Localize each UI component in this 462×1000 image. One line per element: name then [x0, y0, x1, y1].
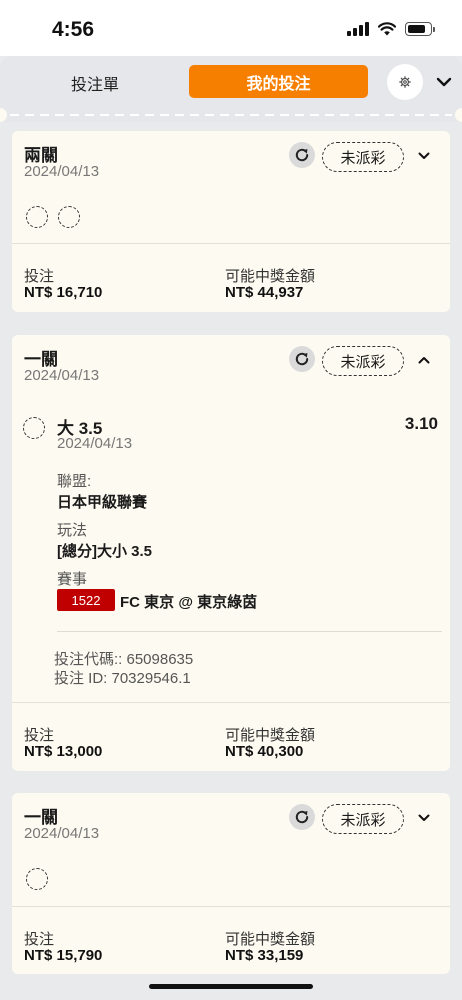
expand-button[interactable]: [414, 808, 434, 828]
pending-leg-icon: [26, 206, 48, 228]
payout-label: 可能中獎金額: [225, 931, 316, 948]
bet-id: 投注 ID: 70329546.1: [54, 670, 191, 687]
chevron-up-icon: [418, 357, 430, 364]
bet-card: 一關 2024/04/13 未派彩 大 3.5 3.10 2024/04/13 …: [12, 335, 450, 771]
refresh-button[interactable]: [289, 346, 315, 372]
payout-value: NT$ 33,159: [225, 947, 304, 964]
status-bar: 4:56: [0, 0, 462, 56]
status-badge: 未派彩: [322, 804, 404, 834]
payout-label: 可能中獎金額: [225, 727, 316, 744]
selection-date: 2024/04/13: [57, 435, 133, 452]
refresh-button[interactable]: [289, 142, 315, 168]
bet-card: 一關 2024/04/13 未派彩 投注 NT$ 15,790 可能中獎金額 N…: [12, 793, 450, 974]
divider: [12, 906, 450, 907]
pending-leg-icon: [23, 417, 45, 439]
refresh-icon: [295, 148, 309, 162]
chevron-down-icon: [418, 152, 430, 159]
refresh-button[interactable]: [289, 804, 315, 830]
refresh-icon: [295, 352, 309, 366]
bet-header: 投注單 我的投注: [0, 56, 462, 110]
event-code-badge: 1522: [57, 589, 115, 611]
settings-button[interactable]: [387, 64, 423, 100]
status-time: 4:56: [52, 18, 95, 41]
payout-label: 可能中獎金額: [225, 268, 316, 285]
payout-value: NT$ 40,300: [225, 743, 304, 760]
payout-value: NT$ 44,937: [225, 284, 304, 301]
chevron-down-icon: [436, 77, 452, 87]
stake-value: NT$ 16,710: [24, 284, 103, 301]
market-label: 玩法: [57, 522, 88, 539]
pending-leg-icon: [58, 206, 80, 228]
status-badge: 未派彩: [322, 142, 404, 172]
gear-icon: [399, 76, 411, 88]
selection-odds: 3.10: [404, 414, 438, 433]
divider: [12, 243, 450, 244]
bet-list[interactable]: 兩關 2024/04/13 未派彩 投注 NT$ 16,710 可能中獎金額 N…: [0, 122, 462, 1000]
bet-date: 2024/04/13: [24, 163, 100, 180]
collapse-panel-button[interactable]: [433, 71, 455, 93]
league-value: 日本甲級聯賽: [57, 494, 148, 511]
league-label: 聯盟:: [57, 473, 92, 490]
expand-button[interactable]: [414, 146, 434, 166]
battery-icon: [405, 22, 435, 36]
ticket-tear-line: [0, 108, 462, 122]
stake-label: 投注: [24, 268, 55, 285]
tab-my-bets[interactable]: 我的投注: [189, 65, 368, 98]
stake-value: NT$ 13,000: [24, 743, 103, 760]
stake-label: 投注: [24, 931, 55, 948]
bet-code: 投注代碼:: 65098635: [54, 651, 194, 668]
bet-date: 2024/04/13: [24, 367, 100, 384]
divider: [12, 702, 450, 703]
market-value: [總分]大小 3.5: [57, 543, 153, 560]
divider: [57, 631, 442, 632]
chevron-down-icon: [418, 814, 430, 821]
bet-card: 兩關 2024/04/13 未派彩 投注 NT$ 16,710 可能中獎金額 N…: [12, 131, 450, 312]
home-indicator[interactable]: [149, 984, 313, 989]
cellular-signal-icon: [347, 22, 369, 36]
wifi-icon: [378, 22, 396, 36]
stake-value: NT$ 15,790: [24, 947, 103, 964]
status-icons: [347, 22, 435, 36]
event-name: FC 東京 @ 東京綠茵: [120, 594, 258, 611]
tab-betslip[interactable]: 投注單: [40, 68, 150, 98]
stake-label: 投注: [24, 727, 55, 744]
status-badge: 未派彩: [322, 346, 404, 376]
collapse-button[interactable]: [414, 350, 434, 370]
event-label: 賽事: [57, 571, 88, 588]
bet-date: 2024/04/13: [24, 825, 100, 842]
pending-leg-icon: [26, 868, 48, 890]
refresh-icon: [295, 810, 309, 824]
